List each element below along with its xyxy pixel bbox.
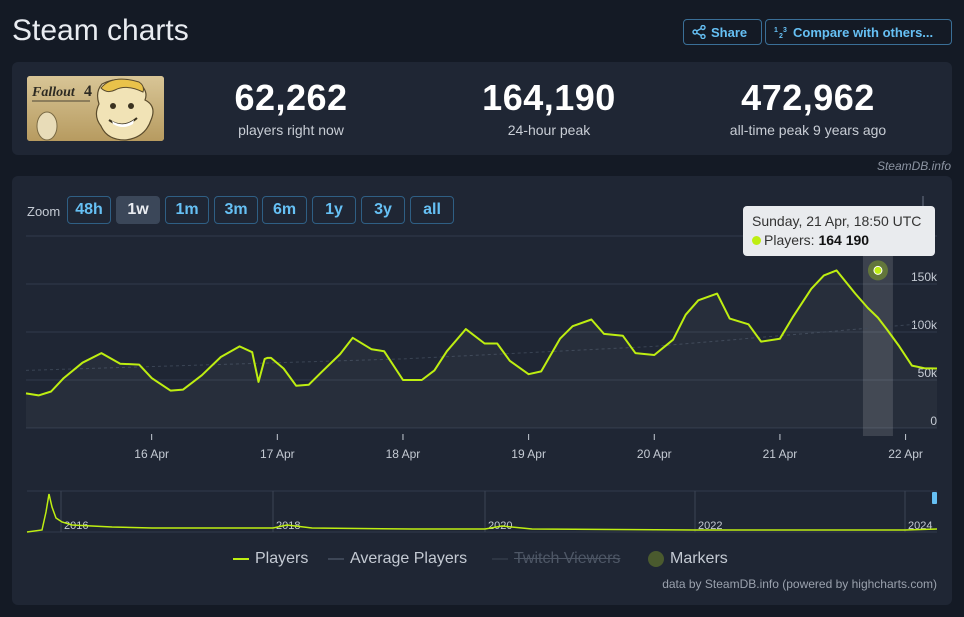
compare-label: Compare with others... (793, 24, 934, 40)
markers-swatch (648, 551, 664, 567)
svg-text:4: 4 (84, 83, 92, 100)
compare-button[interactable]: 1 2 3 Compare with others... (765, 19, 952, 45)
24h-peak-value: 164,190 (482, 77, 616, 118)
compare-icon: 1 2 3 (774, 27, 787, 39)
legend-players[interactable]: Players (233, 550, 308, 568)
legend-markers[interactable]: Markers (648, 550, 728, 568)
legend-markers-label: Markers (670, 550, 728, 567)
x-tick-label: 16 Apr (134, 447, 169, 461)
chart-panel: Zoom 48h 1w 1m 3m 6m 1y 3y all 0 50k 100k 150k 16 A… (12, 176, 952, 605)
steamdb-credit[interactable]: SteamDB.info (877, 159, 951, 173)
share-icon (692, 25, 706, 39)
legend-average-players[interactable]: Average Players (328, 550, 467, 568)
page-title: Steam charts (12, 14, 189, 47)
stat-24h-peak: 164,190 24-hour peak (439, 77, 659, 139)
legend-twitch-viewers[interactable]: Twitch Viewers (492, 550, 620, 568)
all-time-peak-label: all-time peak 9 years ago (729, 122, 887, 138)
all-time-peak-value: 472,962 (741, 77, 875, 118)
tooltip-date: Sunday, 21 Apr, 18:50 UTC (752, 213, 922, 229)
x-tick-label: 17 Apr (260, 447, 295, 461)
players-area (26, 270, 937, 428)
chart-legend: Players Average Players Twitch Viewers M… (12, 550, 952, 572)
x-tick-label: 18 Apr (386, 447, 421, 461)
players-swatch (233, 558, 249, 560)
current-players-label: players right now (238, 122, 344, 138)
legend-average-players-label: Average Players (350, 550, 468, 567)
svg-text:1: 1 (774, 27, 778, 34)
y-tick-label: 150k (911, 270, 938, 284)
svg-text:Fallout: Fallout (31, 85, 76, 100)
stat-all-time-peak: 472,962 all-time peak 9 years ago (698, 77, 918, 139)
tooltip-series-dot (752, 236, 761, 245)
stats-panel: Fallout 4 62,262 players right now 164,1… (12, 62, 952, 155)
stat-current-players: 62,262 players right now (181, 77, 401, 139)
tooltip-row: Players: 164 190 (752, 231, 926, 250)
x-tick-label: 22 Apr (888, 447, 923, 461)
svg-text:3: 3 (783, 27, 787, 34)
share-button[interactable]: Share (683, 19, 762, 45)
chart-credit[interactable]: data by SteamDB.info (powered by highcha… (662, 577, 937, 591)
y-tick-label: 100k (911, 318, 938, 332)
navigator-handle (932, 492, 937, 504)
twitch-viewers-swatch (492, 558, 508, 560)
24h-peak-label: 24-hour peak (507, 122, 591, 138)
navigator-series (26, 493, 938, 533)
x-tick-label: 21 Apr (763, 447, 798, 461)
legend-players-label: Players (255, 550, 309, 567)
highlight-point (873, 265, 883, 275)
x-tick-label: 20 Apr (637, 447, 672, 461)
share-label: Share (711, 24, 748, 40)
average-players-swatch (328, 558, 344, 560)
chart-tooltip: Sunday, 21 Apr, 18:50 UTC Players: 164 1… (743, 206, 935, 256)
game-image[interactable]: Fallout 4 (27, 76, 164, 141)
x-tick-label: 19 Apr (511, 447, 546, 461)
tooltip-series-label: Players: (764, 232, 815, 248)
current-players-value: 62,262 (234, 77, 348, 118)
tooltip-value: 164 190 (818, 232, 870, 248)
fallout-4-vault-boy-icon: Fallout 4 (27, 76, 164, 141)
legend-twitch-viewers-label: Twitch Viewers (514, 550, 621, 567)
